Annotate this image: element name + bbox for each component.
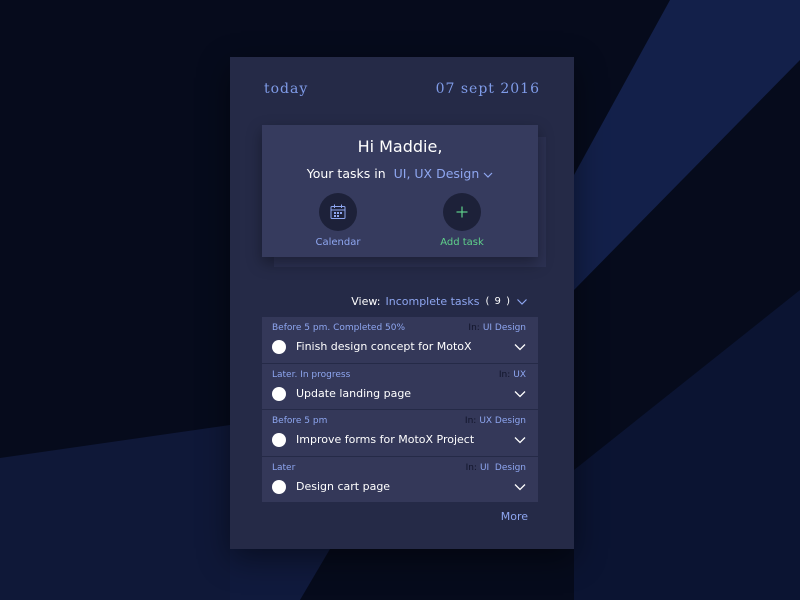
greeting-title: Hi Maddie, xyxy=(357,137,443,156)
task-category: In: UX Design xyxy=(465,416,526,426)
task-complete-radio[interactable] xyxy=(272,479,286,494)
greeting-panel: Hi Maddie, Your tasks in UI, UX Design C… xyxy=(262,125,538,257)
task-category: In: UI Design xyxy=(466,463,526,473)
project-selector-row: Your tasks in UI, UX Design xyxy=(262,166,538,181)
task-complete-radio[interactable] xyxy=(272,433,286,447)
task-complete-radio[interactable] xyxy=(272,340,286,354)
task-category: In: UI Design xyxy=(468,323,526,333)
task-item[interactable]: Before 5 pm In: UX Design Improve forms f… xyxy=(262,410,538,456)
chevron-down-icon[interactable] xyxy=(514,483,526,491)
task-item[interactable]: Later In: UI Design Design cart page xyxy=(262,456,538,502)
chevron-down-icon[interactable] xyxy=(516,297,528,306)
view-label: View: xyxy=(351,295,381,308)
task-title: Design cart page xyxy=(296,479,391,493)
date-label: 07 sept 2016 xyxy=(435,81,540,97)
chevron-down-icon xyxy=(483,172,493,178)
task-in-label: In: xyxy=(465,462,477,473)
task-meta: Before 5 pm. Completed 50% xyxy=(272,323,406,333)
view-filter-value: Incomplete tasks xyxy=(385,295,480,308)
calendar-icon xyxy=(330,204,346,219)
task-category-value: UI Design xyxy=(482,323,526,333)
today-card: today 07 sept 2016 Hi Maddie, Your tasks… xyxy=(230,57,574,549)
task-item[interactable]: Before 5 pm. Completed 50% In: UI Design … xyxy=(262,317,538,363)
add-task-label: Add task xyxy=(440,237,484,248)
add-task-button-circle xyxy=(443,193,481,231)
task-category-value: UX xyxy=(513,369,526,380)
project-name: UI, UX Design xyxy=(393,166,480,181)
today-label: today xyxy=(264,81,309,97)
chevron-down-icon[interactable] xyxy=(514,436,526,444)
tasks-in-label: Your tasks in xyxy=(306,166,386,181)
calendar-button-circle xyxy=(319,193,357,231)
project-dropdown[interactable]: UI, UX Design xyxy=(394,166,494,181)
task-in-label: In: xyxy=(464,416,477,426)
task-meta: Later xyxy=(272,462,296,473)
task-meta: Before 5 pm xyxy=(272,416,328,426)
task-in-label: In: xyxy=(468,323,480,333)
plus-icon xyxy=(456,206,468,218)
task-category: In: UX xyxy=(499,370,526,380)
task-count: ( 9 ) xyxy=(485,296,511,307)
calendar-button[interactable]: Calendar xyxy=(298,193,378,248)
more-link[interactable]: More xyxy=(501,510,528,523)
task-meta: Later. In progress xyxy=(272,369,351,380)
task-title: Update landing page xyxy=(296,386,412,400)
task-item[interactable]: Later. In progress In: UX Update landing … xyxy=(262,363,538,409)
chevron-down-icon[interactable] xyxy=(514,343,526,351)
task-category-value: UI Design xyxy=(479,462,526,473)
task-category-value: UX Design xyxy=(479,416,526,426)
task-list: Before 5 pm. Completed 50% In: UI Design … xyxy=(262,317,538,503)
task-complete-radio[interactable] xyxy=(272,386,286,401)
task-title: Improve forms for MotoX Project xyxy=(296,433,475,446)
chevron-down-icon[interactable] xyxy=(514,390,526,398)
calendar-label: Calendar xyxy=(315,237,361,248)
view-filter-dropdown[interactable]: Incomplete tasks xyxy=(385,295,479,308)
view-filter: View: Incomplete tasks ( 9 ) xyxy=(351,295,528,308)
task-in-label: In: xyxy=(498,369,511,380)
task-title: Finish design concept for MotoX xyxy=(296,340,472,353)
add-task-button[interactable]: Add task xyxy=(422,193,502,248)
